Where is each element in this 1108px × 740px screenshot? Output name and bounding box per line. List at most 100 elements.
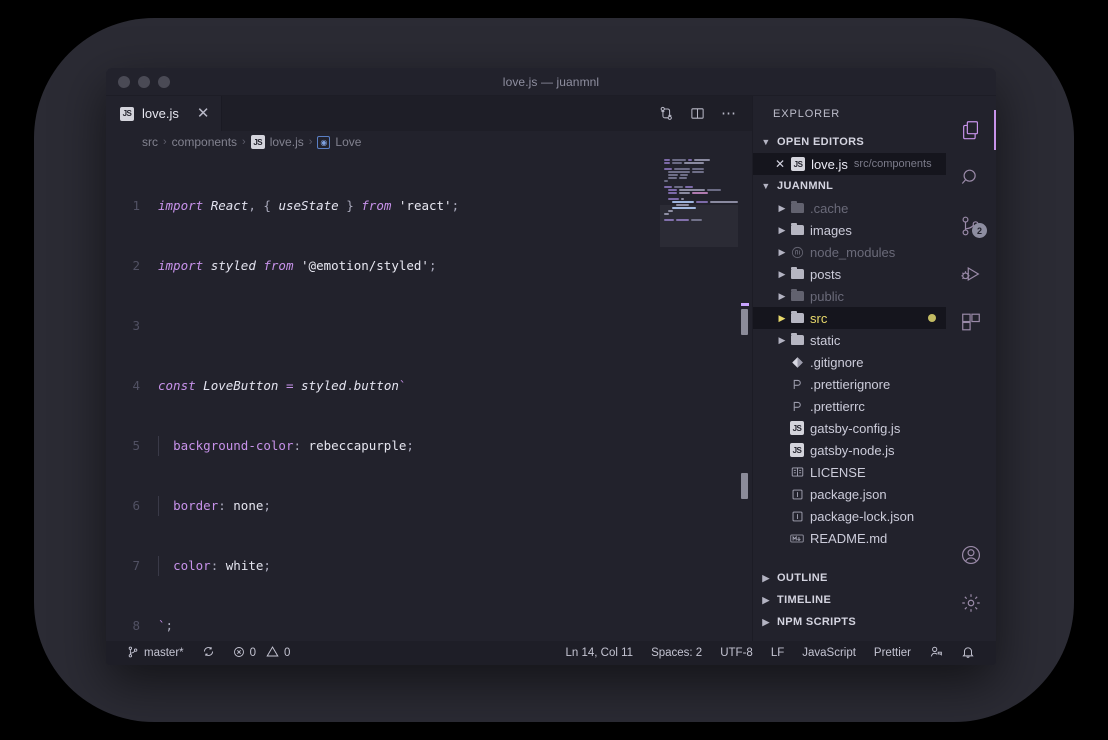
status-eol[interactable]: LF: [762, 641, 793, 665]
feedback-icon: [929, 645, 943, 662]
chevron-right-icon[interactable]: ▶: [775, 335, 789, 346]
tree-item-readme[interactable]: README.md: [753, 527, 946, 549]
tree-item-label: .cache: [810, 200, 849, 216]
tree-item-gitignore[interactable]: .gitignore: [753, 351, 946, 373]
tree-item-package-lock-json[interactable]: package-lock.json: [753, 505, 946, 527]
tree-item-label: .prettierignore: [810, 376, 891, 392]
tree-item-gatsby-node[interactable]: JS gatsby-node.js: [753, 439, 946, 461]
search-icon: [960, 167, 982, 189]
section-npm-scripts[interactable]: ▶ NPM SCRIPTS: [753, 611, 946, 633]
chevron-right-icon[interactable]: ▶: [775, 203, 789, 214]
code-content[interactable]: 1 import React, { useState } from 'react'…: [106, 153, 660, 641]
section-outline[interactable]: ▶ OUTLINE: [753, 567, 946, 589]
tree-item-label: gatsby-node.js: [810, 442, 895, 458]
split-editor-icon[interactable]: [690, 106, 705, 121]
more-actions-icon[interactable]: ⋯: [721, 106, 736, 121]
section-open-editors[interactable]: ▼ OPEN EDITORS: [753, 131, 946, 153]
tree-item-label: src: [810, 310, 828, 326]
code-line: 3: [132, 318, 140, 333]
tree-item-label: images: [810, 222, 852, 238]
status-formatter[interactable]: Prettier: [865, 641, 920, 665]
section-label: OUTLINE: [777, 572, 828, 584]
breadcrumb-item-symbol[interactable]: Love: [335, 135, 361, 149]
status-branch[interactable]: master*: [118, 641, 193, 665]
tree-item-prettierignore[interactable]: .prettierignore: [753, 373, 946, 395]
js-file-icon: JS: [250, 135, 265, 149]
json-icon: [789, 510, 805, 523]
sidebar-item-settings[interactable]: [946, 579, 996, 627]
tree-item-src[interactable]: ▶ src: [753, 307, 946, 329]
tree-item-images[interactable]: ▶ images: [753, 219, 946, 241]
sidebar-item-explorer[interactable]: [946, 106, 996, 154]
tree-item-label: gatsby-config.js: [810, 420, 901, 436]
status-problems[interactable]: 0 0: [224, 641, 300, 665]
open-editor-item-love-js[interactable]: ✕ JS love.js src/components: [753, 153, 946, 175]
code-line: 6 border: none;: [106, 496, 660, 516]
chevron-right-icon[interactable]: ▶: [775, 269, 789, 280]
tree-item-posts[interactable]: ▶ posts: [753, 263, 946, 285]
scrollbar-thumb-secondary[interactable]: [741, 473, 748, 499]
tree-item-node-modules[interactable]: ▶ node_modules: [753, 241, 946, 263]
tree-item-gatsby-config[interactable]: JS gatsby-config.js: [753, 417, 946, 439]
sidebar-item-extensions[interactable]: [946, 298, 996, 346]
git-icon: [789, 356, 805, 369]
status-bar: master* 0 0 Ln 14, Col 11 Spaces: 2 UTF-…: [106, 641, 996, 665]
explorer-icon: [960, 119, 982, 141]
chevron-right-icon[interactable]: ▶: [775, 225, 789, 236]
minimap[interactable]: [660, 153, 738, 641]
source-control-badge: 2: [972, 223, 987, 238]
sidebar-item-source-control[interactable]: 2: [946, 202, 996, 250]
tree-item-public[interactable]: ▶ public: [753, 285, 946, 307]
breadcrumb: src › components › JS love.js › ◉ Love: [106, 131, 752, 153]
symbol-variable-icon: ◉: [317, 135, 331, 149]
tree-item-label: package.json: [810, 486, 887, 502]
json-icon: [789, 488, 805, 501]
status-encoding[interactable]: UTF-8: [711, 641, 762, 665]
tree-item-license[interactable]: LICENSE: [753, 461, 946, 483]
sidebar-item-search[interactable]: [946, 154, 996, 202]
breadcrumb-item-file[interactable]: love.js: [270, 135, 304, 149]
status-indentation[interactable]: Spaces: 2: [642, 641, 711, 665]
folder-icon: [789, 266, 805, 279]
status-language-mode[interactable]: JavaScript: [793, 641, 865, 665]
status-feedback[interactable]: [920, 641, 952, 665]
tree-item-package-json[interactable]: package.json: [753, 483, 946, 505]
section-project-root[interactable]: ▼ JUANMNL: [753, 175, 946, 197]
editor-area: JS love.js ✕ ⋯ src › components › JS lov…: [106, 96, 752, 641]
sidebar-item-run-and-debug[interactable]: [946, 250, 996, 298]
open-changes-icon[interactable]: [659, 106, 674, 121]
tree-item-prettierrc[interactable]: .prettierrc: [753, 395, 946, 417]
breadcrumb-item-src[interactable]: src: [142, 135, 158, 149]
code-editor[interactable]: 1 import React, { useState } from 'react'…: [106, 153, 752, 641]
prettier-icon: [789, 400, 805, 413]
tree-item-static[interactable]: ▶ static: [753, 329, 946, 351]
section-timeline[interactable]: ▶ TIMELINE: [753, 589, 946, 611]
status-cursor-position[interactable]: Ln 14, Col 11: [557, 641, 643, 665]
run-and-debug-icon: [960, 263, 982, 285]
tree-item-cache[interactable]: ▶ .cache: [753, 197, 946, 219]
extensions-icon: [960, 311, 982, 333]
open-editor-path: src/components: [853, 158, 932, 170]
scrollbar-thumb[interactable]: [741, 309, 748, 335]
minimap-slider[interactable]: [660, 205, 738, 247]
chevron-right-icon[interactable]: ▶: [775, 247, 789, 258]
tree-item-label: .prettierrc: [810, 398, 865, 414]
chevron-right-icon[interactable]: ▶: [775, 313, 789, 324]
npm-icon: [789, 246, 805, 259]
close-icon[interactable]: ✕: [775, 157, 785, 171]
bell-icon: [961, 645, 975, 662]
sidebar-bottom-sections: ▶ OUTLINE ▶ TIMELINE ▶ NPM SCRIPTS: [753, 567, 946, 641]
code-line: 1 import React, { useState } from 'react'…: [132, 198, 460, 213]
tab-love-js[interactable]: JS love.js ✕: [106, 96, 223, 131]
status-sync[interactable]: [193, 641, 224, 665]
tree-item-label: posts: [810, 266, 842, 282]
chevron-right-icon[interactable]: ▶: [775, 291, 789, 302]
breadcrumb-item-components[interactable]: components: [172, 135, 237, 149]
status-notifications[interactable]: [952, 641, 984, 665]
tab-label: love.js: [142, 106, 179, 121]
sidebar-item-accounts[interactable]: [946, 531, 996, 579]
warning-icon: [266, 645, 279, 661]
sync-icon: [202, 645, 215, 661]
overview-ruler[interactable]: [738, 153, 752, 641]
close-icon[interactable]: ✕: [197, 106, 210, 121]
